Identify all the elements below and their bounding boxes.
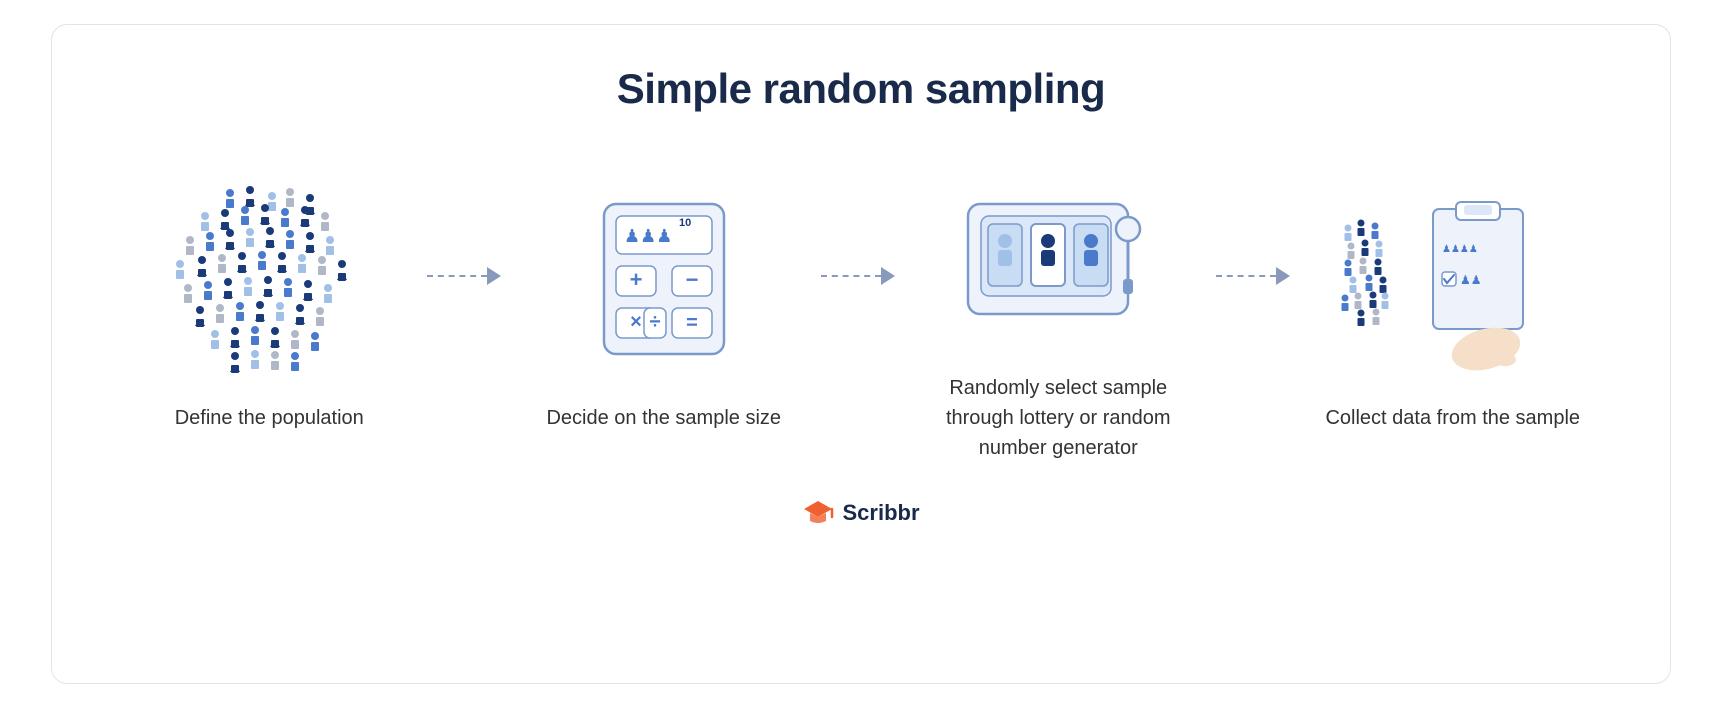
svg-text:÷: ÷ — [649, 311, 660, 333]
svg-text:♟♟♟♟: ♟♟♟♟ — [1442, 244, 1478, 255]
slot-machine-icon — [953, 149, 1163, 349]
svg-text:+: + — [629, 267, 642, 292]
step-3-label: Randomly select sample through lottery o… — [928, 373, 1188, 463]
dashed-arrow-2 — [821, 267, 901, 285]
page-title: Simple random sampling — [617, 65, 1105, 113]
arrow-3 — [1216, 267, 1296, 345]
brand-name: Scribbr — [842, 500, 919, 526]
arrow-1 — [427, 267, 507, 345]
svg-text:=: = — [686, 312, 698, 334]
step-3: Randomly select sample through lottery o… — [901, 149, 1216, 463]
svg-text:−: − — [685, 267, 698, 292]
steps-row: Define the population ♟♟♟ 10 — [112, 149, 1610, 463]
step-2-label: Decide on the sample size — [546, 403, 781, 433]
step-1-label: Define the population — [175, 403, 364, 433]
svg-text:10: 10 — [679, 217, 691, 229]
svg-text:♟♟♟: ♟♟♟ — [624, 226, 672, 246]
step-4-label: Collect data from the sample — [1325, 403, 1580, 433]
step-1: Define the population — [112, 179, 427, 433]
svg-text:♟♟: ♟♟ — [1460, 273, 1482, 287]
dashed-arrow-1 — [427, 267, 507, 285]
svg-text:×: × — [630, 311, 642, 333]
footer: Scribbr — [802, 499, 919, 527]
arrow-2 — [821, 267, 901, 345]
dashed-arrow-3 — [1216, 267, 1296, 285]
calculator-icon: ♟♟♟ 10 + − = × ÷ — [584, 179, 744, 379]
population-icon — [154, 179, 384, 379]
main-card: Simple random sampling — [51, 24, 1671, 684]
step-2: ♟♟♟ 10 + − = × ÷ — [507, 179, 822, 433]
scribbr-logo-icon — [802, 499, 834, 527]
step-4: ♟♟♟♟ ♟♟ Collect data from the sample — [1296, 179, 1611, 433]
collect-data-icon: ♟♟♟♟ ♟♟ — [1338, 179, 1568, 379]
